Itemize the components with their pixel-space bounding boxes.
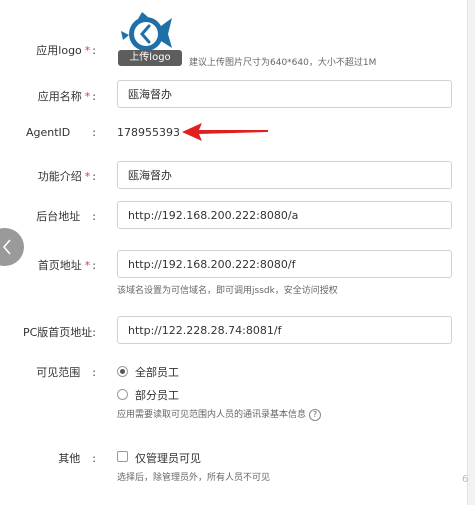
admin-only-label[interactable]: 仅管理员可见: [135, 450, 201, 466]
intro-label-row: 功能介绍 *:: [0, 168, 96, 184]
backend-url-label: 后台地址: [36, 210, 81, 223]
home-url-required-mark: *: [84, 259, 91, 272]
app-name-label: 应用名称: [37, 90, 82, 103]
visibility-all-label[interactable]: 全部员工: [135, 364, 179, 380]
pc-home-url-input[interactable]: [117, 316, 452, 344]
visibility-all-radio[interactable]: [117, 366, 128, 377]
red-arrow-annotation: [182, 123, 268, 141]
app-name-required-mark: *: [84, 90, 91, 103]
visibility-hint: 应用需要读取可见范围内人员的通讯录基本信息: [117, 410, 307, 420]
backend-url-input[interactable]: [117, 201, 452, 229]
page-edge-number: 6: [462, 474, 469, 485]
agent-id-label-row: AgentID:: [0, 126, 96, 139]
app-name-label-row: 应用名称 *:: [0, 88, 96, 104]
admin-only-checkbox[interactable]: [117, 451, 128, 462]
upload-logo-button[interactable]: 上传logo: [118, 50, 182, 66]
question-circle-icon[interactable]: ?: [309, 408, 322, 421]
home-url-input[interactable]: [117, 250, 452, 278]
home-url-hint: 该域名设置为可信域名，即可调用jssdk，安全访问授权: [117, 286, 338, 296]
visibility-hint-row: 应用需要读取可见范围内人员的通讯录基本信息?: [117, 407, 322, 421]
agent-id-value: 178955393: [117, 126, 180, 139]
visibility-colon: :: [92, 366, 96, 379]
scrollbar-track[interactable]: [467, 0, 475, 505]
backend-url-colon: :: [92, 210, 96, 223]
backend-url-label-row: 后台地址:: [0, 208, 96, 224]
app-name-input[interactable]: [117, 80, 452, 108]
visibility-partial-label[interactable]: 部分员工: [135, 387, 179, 403]
logo-size-hint: 建议上传图片尺寸为640*640，大小不超过1M: [189, 58, 377, 68]
agent-id-colon: :: [92, 126, 96, 139]
pc-home-url-label-row: PC版首页地址:: [0, 324, 96, 340]
other-label: 其他: [58, 452, 81, 465]
intro-colon: :: [92, 170, 96, 183]
logo-label-row: 应用logo *:: [0, 42, 96, 58]
logo-colon: :: [92, 44, 96, 57]
admin-only-hint: 选择后，除管理员外，所有人员不可见: [117, 473, 271, 483]
app-name-colon: :: [92, 90, 96, 103]
logo-required-mark: *: [84, 44, 91, 57]
home-url-label: 首页地址: [37, 259, 82, 272]
app-settings-form: 应用logo *: 上传logo 建议上传图片尺寸为640*640，大小不超过1M…: [0, 0, 471, 505]
agent-id-label: AgentID: [26, 126, 71, 139]
logo-label: 应用logo: [36, 44, 82, 57]
intro-label: 功能介绍: [37, 170, 82, 183]
visibility-label: 可见范围: [36, 366, 81, 379]
other-colon: :: [92, 452, 96, 465]
visibility-partial-radio[interactable]: [117, 389, 128, 400]
visibility-label-row: 可见范围:: [0, 364, 96, 380]
other-label-row: 其他:: [0, 450, 96, 466]
intro-input[interactable]: [117, 161, 452, 189]
home-url-colon: :: [92, 259, 96, 272]
chevron-left-icon: [2, 239, 11, 255]
pc-home-url-label: PC版首页地址:: [22, 326, 96, 339]
intro-required-mark: *: [84, 170, 91, 183]
